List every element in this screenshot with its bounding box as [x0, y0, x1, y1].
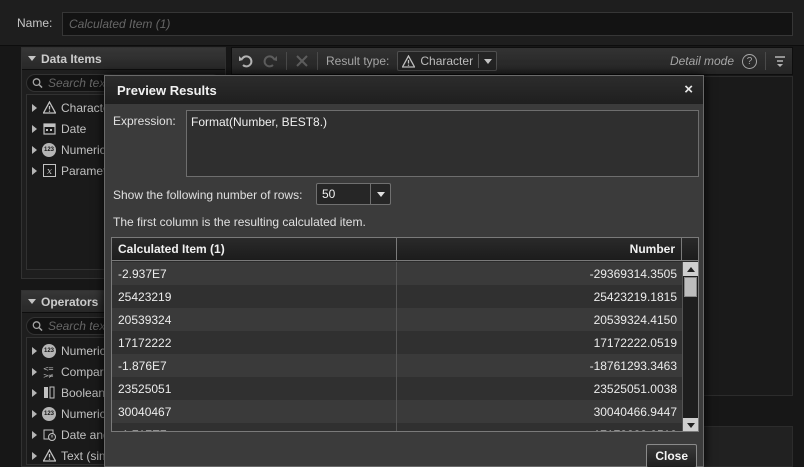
table-cell: -2.937E7 [112, 262, 397, 285]
expression-field[interactable]: Format(Number, BEST8.) [186, 110, 699, 177]
expression-label: Expression: [113, 114, 176, 128]
chevron-up-icon [686, 266, 695, 272]
table-row[interactable]: 30040467 30040466.9447 [112, 400, 683, 423]
scroll-thumb[interactable] [684, 277, 697, 297]
table-cell: -29369314.3505 [589, 266, 677, 281]
table-row[interactable]: -1.717E7-17172222.0519 [112, 423, 683, 432]
table-row[interactable]: -1.876E7 -18761293.3463 [112, 354, 683, 377]
table-cell: 20539324.4150 [593, 312, 677, 327]
table-cell: 25423219.1815 [593, 289, 677, 304]
close-button[interactable]: Close [646, 444, 697, 467]
rows-label: Show the following number of rows: [113, 188, 303, 202]
table-cell: 30040466.9447 [593, 404, 677, 419]
table-header: Calculated Item (1) Number [112, 238, 698, 261]
scroll-up-button[interactable] [683, 262, 698, 276]
table-row[interactable]: 25423219 25423219.1815 [112, 285, 683, 308]
table-cell: 25423219 [112, 285, 397, 308]
preview-results-dialog: Preview Results × Expression: Format(Num… [104, 75, 704, 467]
table-cell: 23525051 [112, 377, 397, 400]
vertical-scrollbar[interactable] [682, 262, 698, 431]
rows-select-arrow[interactable] [370, 184, 390, 204]
dialog-title-bar: Preview Results × [105, 76, 703, 104]
rows-select[interactable]: 50 [316, 183, 391, 205]
table-cell: 23525051.0038 [593, 381, 677, 396]
results-table: Calculated Item (1) Number -2.937E7 -2936… [111, 237, 699, 432]
column-header-number[interactable]: Number [397, 238, 682, 260]
table-cell: 30040467 [112, 400, 397, 423]
table-cell: 20539324 [112, 308, 397, 331]
rows-select-value: 50 [322, 187, 336, 201]
table-row[interactable]: 20539324 20539324.4150 [112, 308, 683, 331]
chevron-down-icon [686, 422, 695, 428]
table-cell: -18761293.3463 [589, 358, 677, 373]
close-icon[interactable]: × [684, 81, 693, 98]
table-cell: 17172222.0519 [593, 335, 677, 350]
table-cell: 17172222 [112, 331, 397, 354]
info-text: The first column is the resulting calcul… [113, 215, 366, 229]
column-header-calculated-item[interactable]: Calculated Item (1) [112, 238, 397, 260]
table-cell: -17172222.0519 [397, 423, 683, 432]
table-cell: -1.876E7 [112, 354, 397, 377]
chevron-down-icon [376, 191, 385, 197]
table-row[interactable]: -2.937E7 -29369314.3505 [112, 262, 683, 285]
table-body: -2.937E7 -29369314.3505 25423219 25423219.… [112, 262, 683, 432]
scroll-down-button[interactable] [683, 418, 698, 431]
table-cell: -1.717E7 [112, 423, 397, 431]
table-row[interactable]: 23525051 23525051.0038 [112, 377, 683, 400]
dialog-title: Preview Results [117, 83, 217, 98]
table-row[interactable]: 17172222 17172222.0519 [112, 331, 683, 354]
